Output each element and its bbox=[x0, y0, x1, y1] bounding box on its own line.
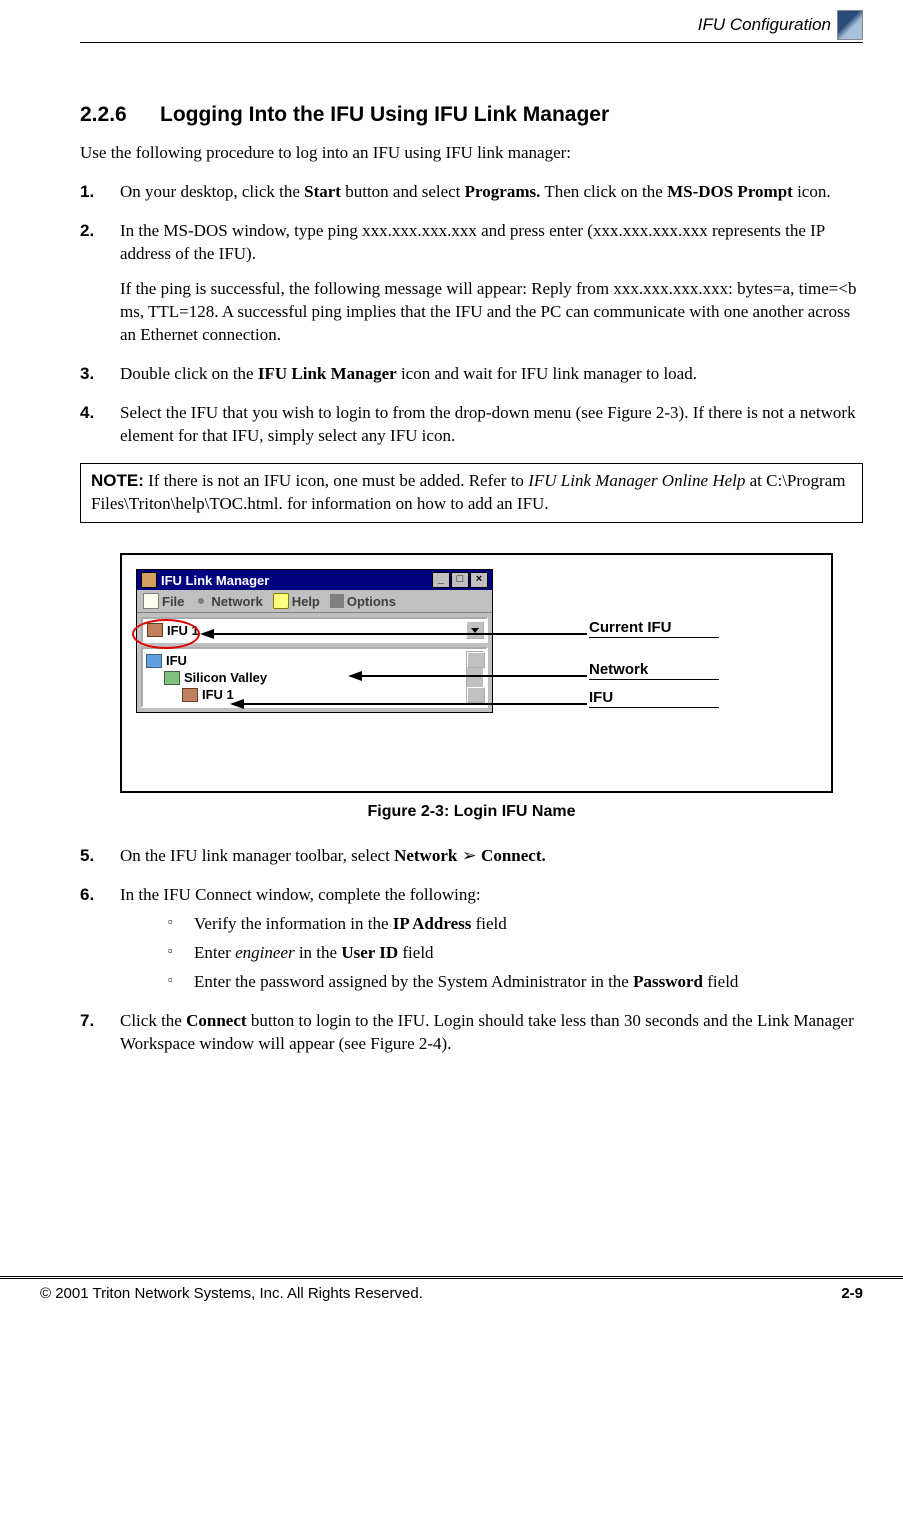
maximize-button[interactable]: □ bbox=[451, 572, 469, 588]
callout-current-ifu: Current IFU bbox=[589, 619, 719, 638]
arrow-head-icon bbox=[200, 629, 214, 639]
ifu-icon bbox=[147, 623, 163, 637]
page-number: 2-9 bbox=[841, 1285, 863, 1302]
chevron-down-icon[interactable] bbox=[466, 621, 484, 639]
copyright: © 2001 Triton Network Systems, Inc. All … bbox=[40, 1285, 423, 1302]
close-button[interactable]: × bbox=[470, 572, 488, 588]
intro-paragraph: Use the following procedure to log into … bbox=[80, 143, 863, 163]
figure-2-3: IFU Link Manager _ □ × File Network Help… bbox=[120, 553, 833, 793]
procedure-list-continued: On the IFU link manager toolbar, select … bbox=[80, 845, 863, 1056]
step-6a: Verify the information in the IP Address… bbox=[160, 913, 863, 936]
step-2: In the MS-DOS window, type ping xxx.xxx.… bbox=[80, 220, 863, 347]
minimize-button[interactable]: _ bbox=[432, 572, 450, 588]
section-heading: 2.2.6Logging Into the IFU Using IFU Link… bbox=[80, 103, 863, 127]
section-title: Logging Into the IFU Using IFU Link Mana… bbox=[160, 103, 609, 126]
help-icon bbox=[273, 593, 289, 609]
file-icon bbox=[143, 593, 159, 609]
app-icon bbox=[141, 572, 157, 588]
callout-arrow-2 bbox=[360, 675, 587, 677]
network-icon bbox=[194, 594, 208, 608]
step-5: On the IFU link manager toolbar, select … bbox=[80, 845, 863, 868]
callout-network: Network bbox=[589, 661, 719, 680]
note-label: NOTE: bbox=[91, 471, 144, 490]
figure-caption: Figure 2-3: Login IFU Name bbox=[80, 803, 863, 821]
step-6c: Enter the password assigned by the Syste… bbox=[160, 971, 863, 994]
menubar: File Network Help Options bbox=[137, 590, 492, 613]
ifu-node-icon bbox=[182, 688, 198, 702]
tree-scrollbar[interactable] bbox=[466, 651, 484, 704]
ifu-link-manager-window: IFU Link Manager _ □ × File Network Help… bbox=[136, 569, 493, 713]
tree-root[interactable]: IFU bbox=[146, 652, 483, 669]
network-root-icon bbox=[146, 654, 162, 668]
menu-file[interactable]: File bbox=[143, 593, 184, 609]
network-tree: IFU Silicon Valley IFU 1 bbox=[141, 647, 488, 708]
scroll-up-icon[interactable] bbox=[467, 652, 485, 668]
arrow-head-icon bbox=[348, 671, 362, 681]
company-logo-icon bbox=[837, 10, 863, 40]
step-6: In the IFU Connect window, complete the … bbox=[80, 884, 863, 994]
options-icon bbox=[330, 594, 344, 608]
menu-network[interactable]: Network bbox=[194, 594, 262, 609]
arrow-head-icon bbox=[230, 699, 244, 709]
scroll-down-icon[interactable] bbox=[467, 687, 485, 703]
note-box: NOTE: If there is not an IFU icon, one m… bbox=[80, 463, 863, 523]
menu-help[interactable]: Help bbox=[273, 593, 320, 609]
tree-group[interactable]: Silicon Valley bbox=[146, 669, 483, 686]
callout-ifu: IFU bbox=[589, 689, 719, 708]
header-title: IFU Configuration bbox=[698, 15, 831, 35]
step-7: Click the Connect button to login to the… bbox=[80, 1010, 863, 1056]
menu-options[interactable]: Options bbox=[330, 594, 396, 609]
callout-arrow-3 bbox=[242, 703, 587, 705]
window-titlebar: IFU Link Manager _ □ × bbox=[137, 570, 492, 590]
step-4: Select the IFU that you wish to login to… bbox=[80, 402, 863, 448]
procedure-list: On your desktop, click the Start button … bbox=[80, 181, 863, 447]
section-number: 2.2.6 bbox=[80, 103, 160, 127]
page-footer: © 2001 Triton Network Systems, Inc. All … bbox=[0, 1276, 903, 1322]
callout-arrow-1 bbox=[212, 633, 587, 635]
group-icon bbox=[164, 671, 180, 685]
step-3: Double click on the IFU Link Manager ico… bbox=[80, 363, 863, 386]
window-title: IFU Link Manager bbox=[161, 573, 269, 588]
page-header: IFU Configuration bbox=[80, 10, 863, 43]
ifu-dropdown[interactable]: IFU 1 bbox=[141, 617, 488, 643]
tree-leaf[interactable]: IFU 1 bbox=[146, 686, 483, 703]
step-6b: Enter engineer in the User ID field bbox=[160, 942, 863, 965]
step-1: On your desktop, click the Start button … bbox=[80, 181, 863, 204]
